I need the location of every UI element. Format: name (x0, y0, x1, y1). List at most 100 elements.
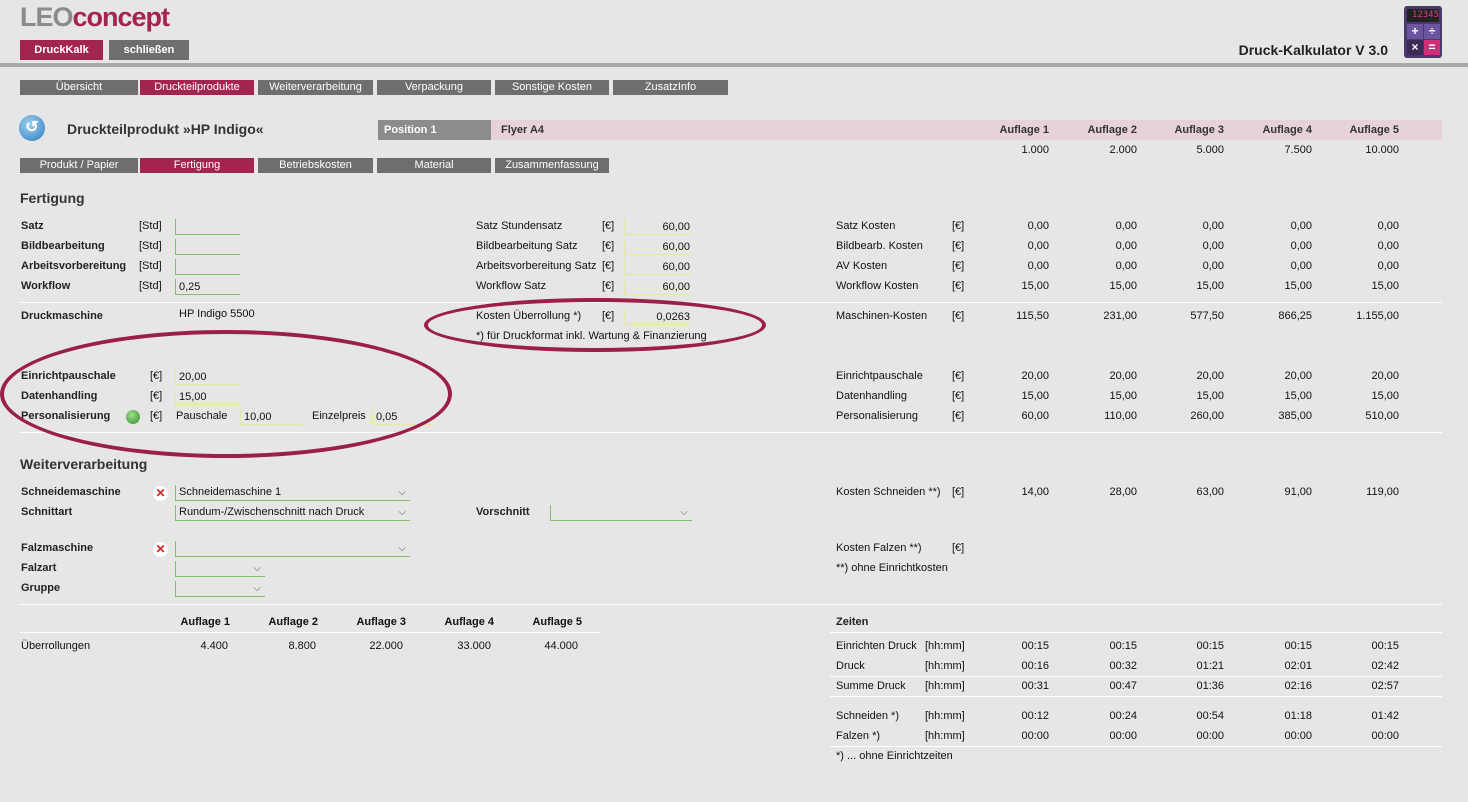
bildbearbeitung-hours-input[interactable] (175, 239, 240, 255)
divider (830, 696, 1442, 697)
schnittart-select[interactable]: Rundum-/Zwischenschnitt nach Druck ⌵ (175, 505, 410, 521)
tab-weiterverarbeitung[interactable]: Weiterverarbeitung (258, 80, 373, 95)
schneidemaschine-select[interactable]: Schneidemaschine 1 ⌵ (175, 485, 410, 501)
druckmaschine-value: HP Indigo 5500 (179, 308, 255, 320)
falzen-zeit-2: 00:00 (1109, 730, 1137, 742)
personalisierung-kosten-4: 385,00 (1278, 410, 1312, 422)
ueberroll-header-2: Auflage 2 (268, 616, 318, 628)
summe-druck-4: 02:16 (1284, 680, 1312, 692)
einrichten-druck-3: 00:15 (1196, 640, 1224, 652)
datenhandling-kosten-3: 15,00 (1196, 390, 1224, 402)
back-arrow-icon[interactable]: ↺ (19, 115, 45, 141)
falzmaschine-select[interactable]: ⌵ (175, 541, 410, 557)
summe-druck-2: 00:47 (1109, 680, 1137, 692)
chevron-down-icon: ⌵ (398, 507, 406, 518)
satz-kosten-5: 0,00 (1377, 220, 1399, 232)
divider (830, 676, 1442, 677)
chevron-down-icon: ⌵ (398, 487, 406, 498)
unit-bildbearbeitung: [Std] (139, 240, 162, 252)
tab-zusatzinfo[interactable]: ZusatzInfo (613, 80, 728, 95)
av-kosten-3: 0,00 (1202, 260, 1224, 272)
einrichtpauschale-kosten-1: 20,00 (1021, 370, 1049, 382)
subtab-produkt-papier[interactable]: Produkt / Papier (20, 158, 138, 173)
schneiden-zeit-2: 00:24 (1109, 710, 1137, 722)
tab-verpackung[interactable]: Verpackung (377, 80, 491, 95)
unit-falzen-zeit: [hh:mm] (925, 730, 965, 742)
falzart-select[interactable]: ⌵ (175, 561, 265, 577)
calc-key-equals: = (1424, 40, 1440, 55)
logo-leo: LEO (20, 2, 74, 32)
workflow-kosten-5: 15,00 (1371, 280, 1399, 292)
remove-falzmaschine-icon[interactable]: ✕ (153, 542, 168, 557)
workflow-kosten-4: 15,00 (1284, 280, 1312, 292)
workflow-kosten-3: 15,00 (1196, 280, 1224, 292)
label-schneidemaschine: Schneidemaschine (21, 486, 121, 498)
section-fertigung-title: Fertigung (20, 190, 85, 206)
divider (830, 632, 1442, 633)
bildbearb-kosten-1: 0,00 (1027, 240, 1049, 252)
gruppe-select[interactable]: ⌵ (175, 581, 265, 597)
zeiten-title: Zeiten (836, 616, 869, 628)
label-kosten-schneiden: Kosten Schneiden **) (836, 486, 941, 498)
ueberrollungen-3: 22.000 (369, 640, 403, 652)
subtab-betriebskosten[interactable]: Betriebskosten (258, 158, 373, 173)
highlight-ellipse (0, 330, 452, 458)
ueberrollungen-5: 44.000 (544, 640, 578, 652)
unit-kosten-falzen: [€] (952, 542, 965, 554)
satz-hours-input[interactable] (175, 219, 240, 235)
remove-schneidemaschine-icon[interactable]: ✕ (153, 486, 168, 501)
chevron-down-icon: ⌵ (398, 543, 406, 554)
kosten-schneiden-1: 14,00 (1021, 486, 1049, 498)
subtab-material[interactable]: Material (377, 158, 491, 173)
satz-stundensatz-input[interactable] (624, 219, 692, 235)
subtab-fertigung[interactable]: Fertigung (140, 158, 254, 173)
falzen-zeit-1: 00:00 (1021, 730, 1049, 742)
label-bildbearbeitung: Bildbearbeitung (21, 240, 105, 252)
bildbearbeitung-satz-input[interactable] (624, 239, 692, 255)
auflage-menge-2: 2.000 (1109, 144, 1137, 156)
auflage-header-4: Auflage 4 (1262, 124, 1312, 136)
auflage-menge-5: 10.000 (1365, 144, 1399, 156)
unit-workflow: [Std] (139, 280, 162, 292)
druckkalk-button[interactable]: DruckKalk (20, 40, 103, 60)
label-druck: Druck (836, 660, 865, 672)
av-kosten-2: 0,00 (1115, 260, 1137, 272)
einrichten-druck-5: 00:15 (1371, 640, 1399, 652)
maschinen-kosten-1: 115,50 (1016, 310, 1049, 322)
label-workflow-kosten: Workflow Kosten (836, 280, 919, 292)
falzen-zeit-3: 00:00 (1196, 730, 1224, 742)
tab-uebersicht[interactable]: Übersicht (20, 80, 138, 95)
workflow-hours-input[interactable] (175, 279, 240, 295)
ueberrollungen-4: 33.000 (457, 640, 491, 652)
position-label: Position 1 (378, 120, 491, 140)
arbeitsvorbereitung-hours-input[interactable] (175, 259, 240, 275)
tab-sonstige-kosten[interactable]: Sonstige Kosten (495, 80, 609, 95)
unit-workflow-kosten: [€] (952, 280, 965, 292)
falzen-zeit-5: 00:00 (1371, 730, 1399, 742)
tab-druckteilprodukte[interactable]: Druckteilprodukte (140, 80, 254, 95)
ueberrollungen-2: 8.800 (288, 640, 316, 652)
unit-satz-kosten: [€] (952, 220, 965, 232)
arbeitsvorbereitung-satz-input[interactable] (624, 259, 692, 275)
einrichtkosten-note: **) ohne Einrichtkosten (836, 562, 948, 574)
auflage-header-5: Auflage 5 (1349, 124, 1399, 136)
label-av-kosten: AV Kosten (836, 260, 888, 272)
label-satz-kosten: Satz Kosten (836, 220, 896, 232)
label-kosten-falzen: Kosten Falzen **) (836, 542, 922, 554)
unit-satz: [Std] (139, 220, 162, 232)
label-gruppe: Gruppe (21, 582, 61, 594)
bildbearb-kosten-3: 0,00 (1202, 240, 1224, 252)
summe-druck-3: 01:36 (1196, 680, 1224, 692)
divider (20, 302, 1442, 303)
vorschnitt-select[interactable]: ⌵ (550, 505, 692, 521)
label-falzen-zeit: Falzen *) (836, 730, 881, 742)
label-falzart: Falzart (21, 562, 57, 574)
label-datenhandling-kosten: Datenhandling (836, 390, 907, 402)
auflage-header-1: Auflage 1 (999, 124, 1049, 136)
subtab-zusammenfassung[interactable]: Zusammenfassung (495, 158, 609, 173)
close-button[interactable]: schließen (109, 40, 189, 60)
workflow-satz-input[interactable] (624, 279, 692, 295)
unit-arbeitsvorbereitung-satz: [€] (602, 260, 615, 272)
workflow-kosten-1: 15,00 (1021, 280, 1049, 292)
maschinen-kosten-4: 866,25 (1278, 310, 1312, 322)
